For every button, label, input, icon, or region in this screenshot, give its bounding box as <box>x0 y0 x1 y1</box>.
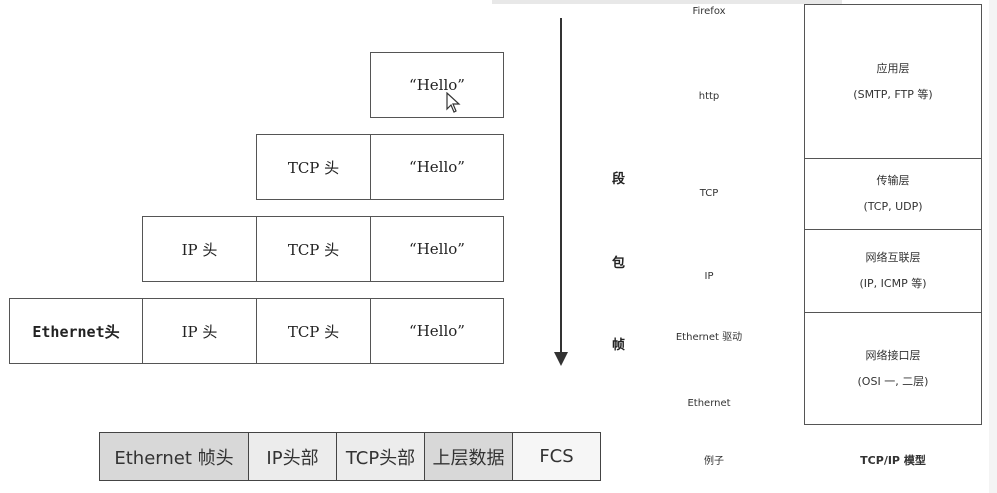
ethernet-header-box: Ethernet头 <box>9 298 143 364</box>
frame-field-fcs: FCS <box>512 432 601 481</box>
ip-header-label: IP 头 <box>181 240 218 259</box>
layer-detail: (TCP, UDP) <box>863 200 923 213</box>
right-scrollbar[interactable] <box>989 0 997 493</box>
frame-field-tcp-header: TCP头部 <box>336 432 425 481</box>
layer-name: 网络接口层 <box>865 348 921 362</box>
layer-name: 网络互联层 <box>865 251 921 264</box>
hello-label: “Hello” <box>409 240 465 258</box>
ethernet-frame-row: Ethernet 帧头 IP头部 TCP头部 上层数据 FCS <box>99 432 601 481</box>
stack-ethernet: Ethernet <box>687 398 731 409</box>
arrow-down-icon <box>554 352 568 366</box>
stack-tcp: TCP <box>699 188 719 199</box>
tcp-header-label: TCP 头 <box>287 322 340 341</box>
stack-firefox: Firefox <box>692 6 726 17</box>
tcp-header-label: TCP 头 <box>287 240 340 259</box>
layer-application: 应用层 (SMTP, FTP 等) <box>804 4 982 159</box>
ip-header-box: IP 头 <box>142 298 257 364</box>
stack-ip: IP <box>704 271 714 282</box>
frame-field-ethernet-header: Ethernet 帧头 <box>99 432 249 481</box>
tcp-header-box: TCP 头 <box>256 134 371 200</box>
stack-example-label: 例子 <box>704 456 724 467</box>
layer-network-interface: 网络接口层 (OSI 一, 二层) <box>804 312 982 425</box>
top-bar <box>492 0 842 4</box>
ethernet-header-label: Ethernet头 <box>32 322 120 341</box>
ip-header-label: IP 头 <box>181 322 218 341</box>
hello-data-box: “Hello” <box>370 298 504 364</box>
tcp-header-label: TCP 头 <box>287 158 340 177</box>
layer-transport: 传输层 (TCP, UDP) <box>804 158 982 230</box>
downward-arrow-line <box>560 18 562 356</box>
layer-detail: (OSI 一, 二层) <box>857 374 929 388</box>
hello-data-box: “Hello” <box>370 52 504 118</box>
stack-ethernet-driver: Ethernet 驱动 <box>675 332 743 343</box>
frame-field-upper-data: 上层数据 <box>424 432 513 481</box>
hello-label: “Hello” <box>409 322 465 340</box>
packet-label: 包 <box>612 256 626 271</box>
mouse-cursor-icon <box>446 92 461 113</box>
layer-name: 应用层 <box>876 61 910 75</box>
ip-header-box: IP 头 <box>142 216 257 282</box>
hello-data-box: “Hello” <box>370 216 504 282</box>
stack-http: http <box>698 91 720 102</box>
layer-detail: (IP, ICMP 等) <box>859 277 927 290</box>
layer-detail: (SMTP, FTP 等) <box>853 87 933 101</box>
layer-internet: 网络互联层 (IP, ICMP 等) <box>804 229 982 313</box>
tcp-header-box: TCP 头 <box>256 216 371 282</box>
frame-field-ip-header: IP头部 <box>248 432 337 481</box>
tcp-header-box: TCP 头 <box>256 298 371 364</box>
segment-label: 段 <box>612 172 626 187</box>
tcpip-model-label: TCP/IP 模型 <box>860 454 926 467</box>
hello-data-box: “Hello” <box>370 134 504 200</box>
layer-name: 传输层 <box>876 174 910 187</box>
frame-label: 帧 <box>612 338 626 353</box>
hello-label: “Hello” <box>409 158 465 176</box>
